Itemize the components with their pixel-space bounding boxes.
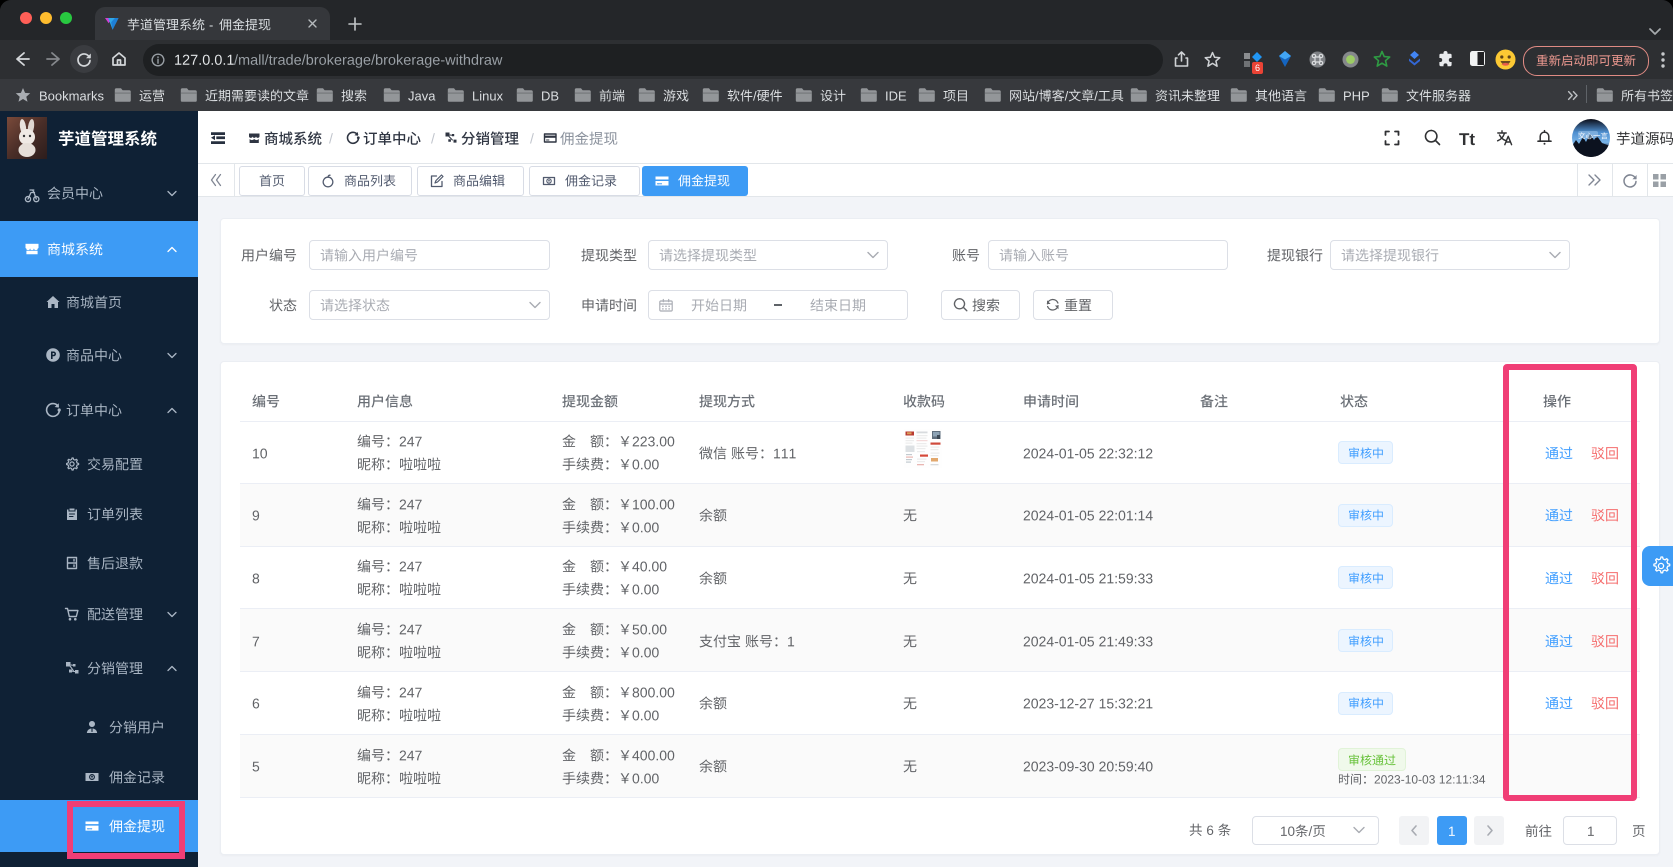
svg-text:6: 6 — [1255, 63, 1260, 73]
